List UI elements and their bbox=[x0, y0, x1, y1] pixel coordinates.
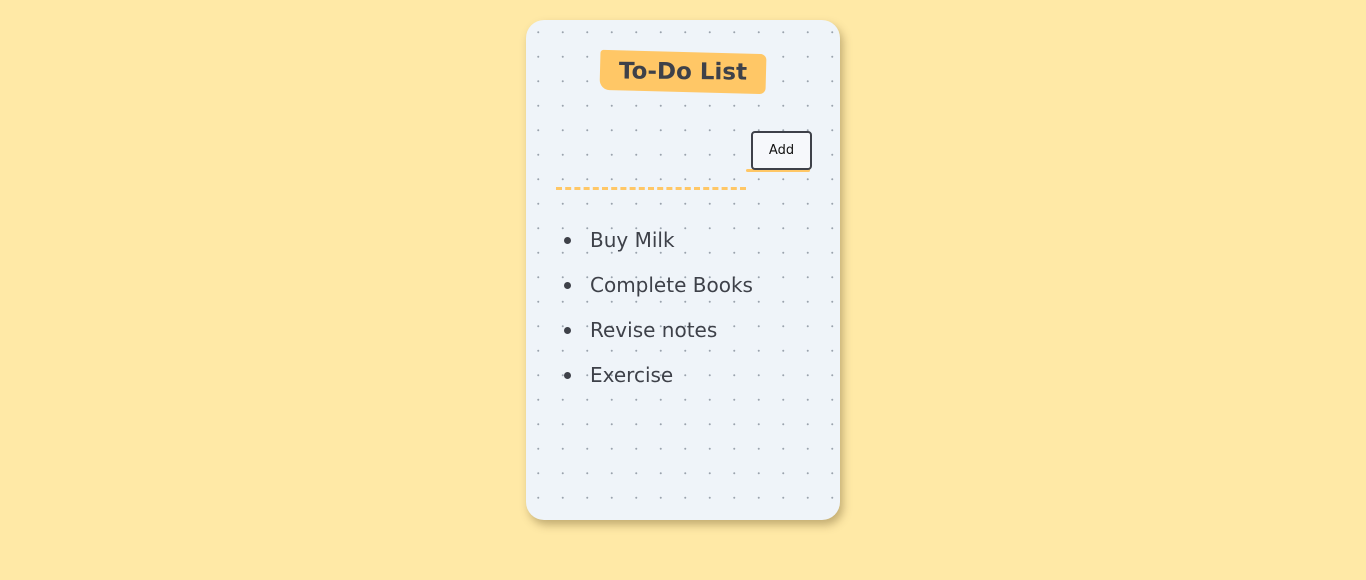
task-input[interactable] bbox=[556, 160, 746, 190]
bullet-icon bbox=[564, 327, 571, 334]
task-item[interactable]: Buy Milk bbox=[564, 220, 753, 265]
task-list: Buy Milk Complete Books Revise notes Exe… bbox=[560, 220, 753, 400]
task-item[interactable]: Exercise bbox=[564, 355, 753, 400]
task-item[interactable]: Complete Books bbox=[564, 265, 753, 310]
title-highlight: To-Do List bbox=[599, 49, 767, 95]
bullet-icon bbox=[564, 237, 571, 244]
page-title: To-Do List bbox=[618, 58, 748, 86]
bullet-icon bbox=[564, 282, 571, 289]
task-label: Buy Milk bbox=[590, 228, 675, 252]
bullet-icon bbox=[564, 372, 571, 379]
add-button[interactable]: Add bbox=[751, 131, 812, 170]
todo-card: To-Do List Add Buy Milk Complete Books R… bbox=[526, 20, 840, 520]
task-label: Revise notes bbox=[590, 318, 718, 342]
task-item[interactable]: Revise notes bbox=[564, 310, 753, 355]
task-label: Exercise bbox=[590, 363, 674, 387]
task-label: Complete Books bbox=[590, 273, 753, 297]
